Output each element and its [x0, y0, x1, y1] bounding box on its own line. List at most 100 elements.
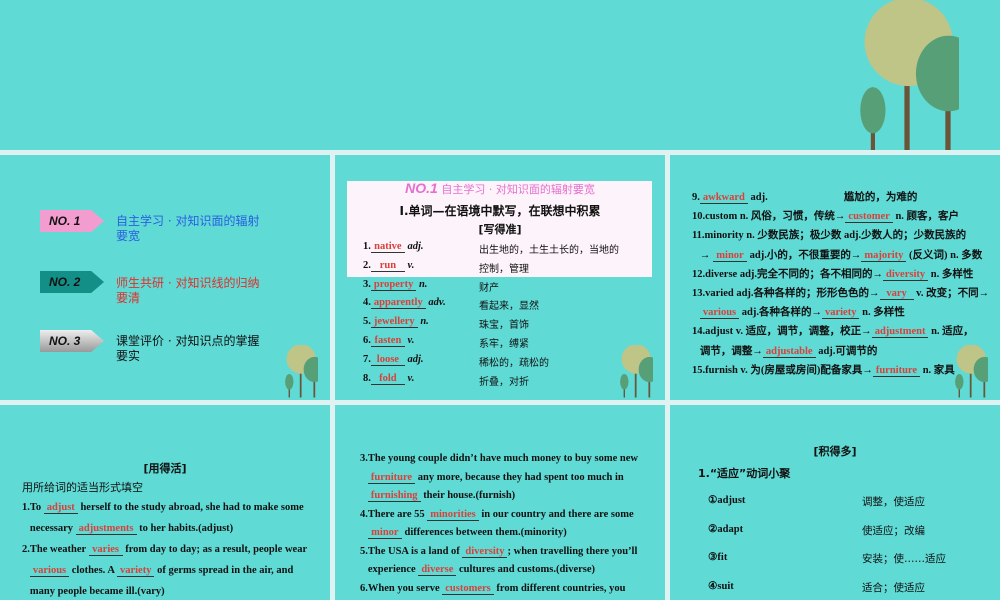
- synonym-word: ④suit: [708, 580, 734, 592]
- text-segment: adj.各种各样的→: [739, 307, 822, 319]
- text-segment: 5.The USA is a land of: [360, 545, 463, 557]
- text-segment: 6.When you serve: [360, 582, 443, 594]
- text-segment: clothes. A: [69, 565, 117, 576]
- text-line: 14.adjust v. 适应，调节，调整，校正→ adjustment n. 适…: [692, 323, 974, 339]
- slide-use-2: 3.The young couple didn’t have much mone…: [335, 405, 665, 600]
- word-meaning: 控制，管理: [479, 263, 529, 275]
- item-number: 6.: [363, 335, 371, 346]
- more-subtitle: 1.“适应”动词小聚: [698, 467, 791, 480]
- answer-blank: property: [370, 279, 417, 291]
- text-segment: 15.furnish v. 为(房屋或房间)配备家具→: [692, 364, 873, 376]
- text-segment: to her habits.(adjust): [136, 523, 234, 534]
- text-segment: 调节，调整→: [692, 345, 763, 357]
- answer-blank: awkward: [699, 192, 748, 204]
- nav-text-1[interactable]: 自主学习 · 对知识面的辐射要宽: [116, 214, 262, 244]
- word-meaning: 折叠，对折: [479, 376, 529, 388]
- answer-blank: diversity: [462, 546, 508, 558]
- nav-text-3[interactable]: 课堂评价 · 对知识点的掌握要实: [116, 334, 262, 364]
- tree-decoration-icon: [618, 344, 661, 398]
- nav-text-2[interactable]: 师生共研 · 对知识线的归纳要清: [116, 276, 262, 306]
- text-line: experience diverse cultures and customs.…: [360, 564, 595, 576]
- item-number: 1.: [363, 241, 371, 252]
- nav-badge-1[interactable]: NO. 1: [40, 210, 104, 232]
- answer-blank: native: [370, 241, 405, 253]
- text-segment: [360, 472, 368, 483]
- use-title: [用得活]: [143, 462, 187, 475]
- text-segment: from different countries, you: [493, 582, 626, 594]
- text-segment: herself to the study abroad, she had to …: [77, 502, 304, 513]
- text-segment: 3.The young couple didn’t have much mone…: [360, 453, 638, 464]
- text-segment: 14.adjust v. 适应，调节，调整，校正→: [692, 326, 872, 338]
- answer-blank: minorities: [427, 509, 479, 521]
- header-title: 自主学习 · 对知识面的辐射要宽: [441, 183, 595, 196]
- item-number: 4.: [363, 297, 371, 309]
- item-number: 7.: [363, 353, 371, 365]
- answer-blank: vary: [879, 288, 914, 300]
- answer-blank: customer: [845, 211, 893, 224]
- answer-blank: various: [699, 307, 740, 320]
- answer-blank: adjustment: [871, 326, 929, 339]
- word-meaning: 稀松的，疏松的: [479, 357, 549, 369]
- text-line: furniture any more, because they had spe…: [360, 472, 624, 484]
- text-segment: adj.小的，不很重要的→: [747, 249, 862, 261]
- answer-blank: jewellery: [370, 316, 418, 329]
- part-of-speech: adj.: [407, 353, 424, 365]
- text-segment: many people became ill.(vary): [22, 586, 165, 597]
- text-line: → minor adj.小的，不很重要的→ majority (反义词) n. 多…: [692, 247, 982, 262]
- section-title: Ⅰ.单词—在语境中默写，在联想中积累: [399, 204, 601, 218]
- answer-blank: majority: [861, 250, 907, 262]
- text-line: 5.The USA is a land of diversity; when t…: [360, 546, 637, 558]
- word-row: 1. native adj.: [363, 241, 424, 253]
- text-line: 9. awkward adj. 尴尬的，为难的: [692, 189, 917, 204]
- tree-decoration-icon: [854, 0, 982, 150]
- word-meaning: 系牢，缚紧: [479, 339, 529, 350]
- text-segment: differences between them.(minority): [401, 527, 567, 538]
- word-row: 3. property n.: [363, 279, 427, 291]
- item-number: 2.: [363, 259, 371, 271]
- synonym-meaning: 安装；使……适应: [862, 553, 946, 565]
- answer-blank: adjustable: [762, 346, 816, 358]
- answer-blank: adjust: [43, 502, 78, 514]
- text-line: 6.When you serve customers from differen…: [360, 583, 625, 595]
- text-segment: cultures and customs.(diverse): [456, 564, 596, 575]
- answer-blank: furniture: [367, 472, 416, 484]
- synonym-word: ③fit: [708, 552, 728, 563]
- text-line: 15.furnish v. 为(房屋或房间)配备家具→ furniture n. …: [692, 362, 955, 377]
- text-segment: (反义词) n. 多数: [906, 249, 983, 261]
- top-banner: [0, 0, 1000, 150]
- text-line: various adj.各种各样的→ variety n. 多样性: [692, 304, 905, 320]
- synonym-meaning: 适合；使适应: [862, 581, 925, 594]
- tree-decoration-icon: [283, 344, 326, 398]
- answer-blank: varies: [88, 544, 123, 556]
- slide-words-1: NO.1 自主学习 · 对知识面的辐射要宽 Ⅰ.单词—在语境中默写，在联想中积累…: [335, 155, 665, 400]
- part-of-speech: adv.: [428, 297, 446, 309]
- text-segment: adj.可调节的: [815, 345, 878, 357]
- text-line: 12.diverse adj.完全不同的；各不相同的→ diversity n. …: [692, 266, 973, 281]
- word-meaning: 珠宝，首饰: [479, 320, 529, 332]
- text-line: 1.To adjust herself to the study abroad,…: [22, 502, 304, 514]
- synonym-meaning: 使适应；改编: [862, 524, 925, 537]
- word-row: 4. apparently adv.: [363, 297, 446, 310]
- text-segment: n. 多样性: [859, 307, 905, 319]
- tree-decoration-icon: [953, 344, 996, 398]
- part-of-speech: v.: [407, 372, 415, 384]
- word-row: 8. fold v.: [363, 373, 414, 385]
- text-segment: 2.The weather: [22, 544, 89, 555]
- answer-blank: customers: [442, 583, 494, 595]
- answer-blank: diversity: [883, 269, 929, 281]
- text-line: minor differences between them.(minority…: [360, 527, 567, 539]
- synonym-meaning: 调整，使适应: [862, 496, 925, 508]
- text-segment: →: [692, 249, 713, 261]
- text-segment: 11.minority n. 少数民族；极少数 adj.少数人的；少数民族的: [692, 230, 967, 242]
- nav-badge-3[interactable]: NO. 3: [40, 330, 104, 352]
- nav-badge-2[interactable]: NO. 2: [40, 271, 104, 293]
- answer-blank: variety: [116, 565, 155, 577]
- text-segment: their house.(furnish): [420, 490, 516, 501]
- word-row: 7. loose adj.: [363, 354, 424, 366]
- text-line: 3.The young couple didn’t have much mone…: [360, 453, 638, 464]
- text-segment: 1.To: [22, 502, 44, 513]
- slide-nav[interactable]: NO. 1 自主学习 · 对知识面的辐射要宽 NO. 2 师生共研 · 对知识线…: [0, 155, 330, 400]
- text-line: various clothes. A variety of germs spre…: [22, 565, 293, 577]
- word-meaning: 看起来，显然: [479, 301, 539, 313]
- text-line: 调节，调整→ adjustable adj.可调节的: [692, 343, 877, 358]
